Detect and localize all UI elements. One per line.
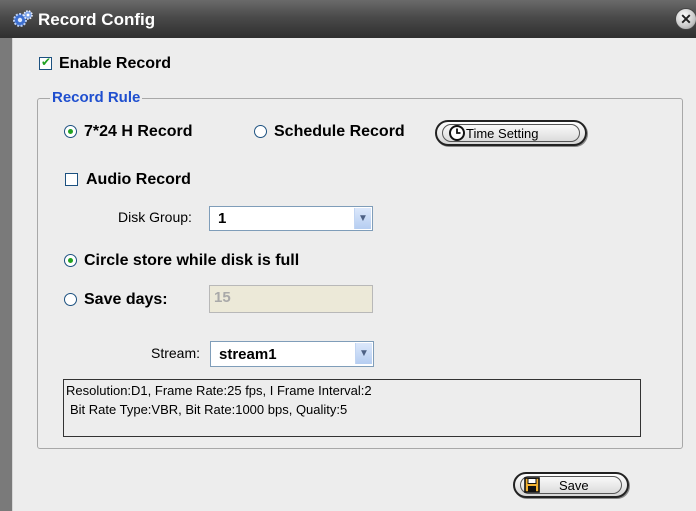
stream-info-line-2: Bit Rate Type:VBR, Bit Rate:1000 bps, Qu… — [70, 402, 348, 417]
save-button[interactable]: Save — [513, 472, 629, 498]
time-setting-button[interactable]: Time Setting — [435, 120, 587, 146]
save-days-label: Save days: — [84, 291, 168, 308]
left-border-highlight — [12, 38, 13, 511]
stream-info-box: Resolution:D1, Frame Rate:25 fps, I Fram… — [63, 379, 641, 437]
chevron-down-icon[interactable]: ▼ — [354, 208, 371, 229]
window-title: Record Config — [38, 10, 156, 29]
stream-value: stream1 — [219, 346, 277, 363]
chevron-down-icon[interactable]: ▼ — [355, 343, 372, 364]
title-bar: Record Config ✕ — [0, 0, 696, 38]
mode-724-label: 7*24 H Record — [84, 123, 193, 140]
circle-store-radio[interactable] — [64, 254, 77, 267]
disk-group-select[interactable]: 1 ▼ — [209, 206, 373, 231]
save-label: Save — [559, 478, 589, 493]
save-days-input[interactable]: 15 — [209, 285, 373, 313]
clock-icon — [449, 125, 465, 146]
stream-label: Stream: — [151, 345, 201, 361]
enable-record-label: Enable Record — [59, 55, 172, 72]
record-rule-title: Record Rule — [50, 89, 143, 106]
time-setting-label: Time Setting — [466, 126, 539, 141]
close-icon[interactable]: ✕ — [675, 8, 696, 30]
stream-info-line-1: Resolution:D1, Frame Rate:25 fps, I Fram… — [66, 383, 372, 398]
save-days-radio[interactable] — [64, 293, 77, 306]
left-border — [0, 38, 12, 511]
mode-schedule-radio[interactable] — [254, 125, 267, 138]
mode-724-radio[interactable] — [64, 125, 77, 138]
gears-icon — [12, 9, 34, 29]
disk-group-label: Disk Group: — [118, 209, 192, 225]
mode-schedule-label: Schedule Record — [274, 123, 405, 140]
save-days-value: 15 — [214, 289, 231, 306]
audio-record-checkbox[interactable] — [65, 173, 78, 186]
stream-select[interactable]: stream1 ▼ — [210, 341, 374, 367]
save-icon — [524, 477, 540, 498]
circle-store-label: Circle store while disk is full — [84, 252, 300, 269]
audio-record-label: Audio Record — [86, 171, 191, 188]
enable-record-checkbox[interactable] — [39, 55, 52, 70]
disk-group-value: 1 — [218, 210, 227, 227]
record-config-window: Record Config ✕ Enable Record Record Rul… — [0, 0, 696, 511]
